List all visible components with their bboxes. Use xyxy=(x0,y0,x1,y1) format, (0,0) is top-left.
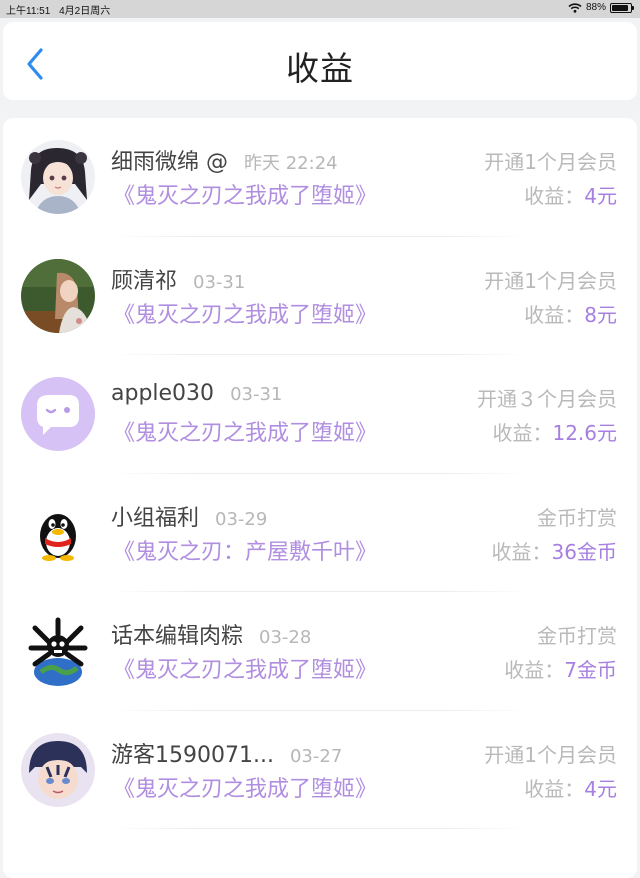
user-line: 小组福利 03-29 xyxy=(111,500,267,532)
nav-header: 收益 xyxy=(3,22,637,100)
avatar[interactable] xyxy=(21,258,95,333)
earnings-list: 细雨微绵 @ 昨天 22:24 《鬼灭之刃之我成了堕姬》 开通1个月会员 收益：4… xyxy=(3,118,637,878)
earning-label: 收益： xyxy=(524,302,585,327)
earning-amount: 4元 xyxy=(584,776,617,801)
earning-amount: 8元 xyxy=(584,302,617,327)
username[interactable]: 顾清祁 xyxy=(111,269,177,294)
user-line: 顾清祁 03-31 xyxy=(111,263,245,295)
earning-row-3[interactable]: apple030 03-31 《鬼灭之刃之我成了堕姬》 开通３个月会员 收益：12… xyxy=(3,355,637,474)
earning-label: 收益： xyxy=(491,539,552,564)
username[interactable]: 细雨微绵 @ xyxy=(111,150,228,175)
user-line: 游客1590071... 03-27 xyxy=(111,737,342,769)
row-divider xyxy=(113,828,527,829)
earning-type: 开通３个月会员 xyxy=(477,387,617,411)
user-line: 话本编辑肉粽 03-28 xyxy=(111,618,311,650)
earning-amount-line: 收益：4元 xyxy=(524,180,617,209)
status-bar: 上午11:51 4月2日周六 88% xyxy=(0,0,640,18)
earning-row-2[interactable]: 顾清祁 03-31 《鬼灭之刃之我成了堕姬》 开通1个月会员 收益：8元 xyxy=(3,237,637,355)
anime-boy-avatar-icon xyxy=(21,732,95,807)
status-right: 88% xyxy=(568,2,634,13)
wifi-icon xyxy=(568,2,582,13)
book-title[interactable]: 《鬼灭之刃之我成了堕姬》 xyxy=(113,415,377,447)
book-title[interactable]: 《鬼灭之刃：产屋敷千叶》 xyxy=(113,534,377,566)
record-date: 03-27 xyxy=(289,745,343,767)
earning-amount-line: 收益：8元 xyxy=(524,299,617,328)
avatar[interactable] xyxy=(21,495,95,570)
username[interactable]: 小组福利 xyxy=(111,506,199,531)
record-date: 03-31 xyxy=(193,271,246,293)
earning-amount: 4元 xyxy=(584,184,617,208)
earning-row-4[interactable]: 小组福利 03-29 《鬼灭之刃：产屋敷千叶》 金币打赏 收益：36金币 xyxy=(3,474,637,592)
status-date: 4月2日周六 xyxy=(59,6,111,17)
avatar[interactable] xyxy=(21,614,95,688)
avatar[interactable] xyxy=(21,732,95,807)
earning-type: 开通1个月会员 xyxy=(484,268,617,293)
earning-label: 收益： xyxy=(524,776,585,801)
battery-icon xyxy=(610,2,634,13)
earning-row-5[interactable]: 话本编辑肉粽 03-28 《鬼灭之刃之我成了堕姬》 金币打赏 收益：7金币 xyxy=(3,592,637,711)
battery-percent: 88% xyxy=(585,2,606,13)
status-time-date: 上午11:51 4月2日周六 xyxy=(6,2,110,17)
earning-amount: 12.6元 xyxy=(552,421,617,445)
record-date: 昨天 22:24 xyxy=(244,153,338,174)
username[interactable]: 话本编辑肉粽 xyxy=(111,624,243,649)
earning-label: 收益： xyxy=(492,421,553,445)
anime-girl-avatar-icon xyxy=(21,140,95,214)
earning-row-1[interactable]: 细雨微绵 @ 昨天 22:24 《鬼灭之刃之我成了堕姬》 开通1个月会员 收益：4… xyxy=(3,118,637,237)
avatar[interactable] xyxy=(21,377,95,451)
username[interactable]: 游客1590071... xyxy=(111,743,274,768)
photo-girl-avatar-icon xyxy=(21,258,95,333)
skull-earth-avatar-icon xyxy=(21,614,95,688)
record-date: 03-31 xyxy=(230,384,283,405)
earning-type: 金币打赏 xyxy=(537,624,617,648)
earning-amount-line: 收益：12.6元 xyxy=(492,417,617,446)
earning-label: 收益： xyxy=(504,658,565,682)
book-title[interactable]: 《鬼灭之刃之我成了堕姬》 xyxy=(113,771,377,803)
page-title: 收益 xyxy=(286,49,354,88)
username[interactable]: apple030 xyxy=(111,381,214,406)
earning-type: 开通1个月会员 xyxy=(484,742,617,767)
chat-bubble-avatar-icon xyxy=(21,377,95,451)
book-title[interactable]: 《鬼灭之刃之我成了堕姬》 xyxy=(113,652,377,684)
status-time: 上午11:51 xyxy=(6,6,51,17)
earning-amount: 7金币 xyxy=(564,658,617,682)
qq-penguin-avatar-icon xyxy=(21,495,95,570)
earning-amount-line: 收益：36金币 xyxy=(492,536,617,565)
user-line: 细雨微绵 @ 昨天 22:24 xyxy=(111,144,338,176)
record-date: 03-28 xyxy=(259,627,312,648)
book-title[interactable]: 《鬼灭之刃之我成了堕姬》 xyxy=(113,178,377,210)
user-line: apple030 03-31 xyxy=(111,381,282,406)
earning-amount-line: 收益：4元 xyxy=(524,773,617,802)
earning-label: 收益： xyxy=(524,184,585,208)
record-date: 03-29 xyxy=(215,508,268,530)
earning-type: 开通1个月会员 xyxy=(484,150,617,174)
earning-row-6[interactable]: 游客1590071... 03-27 《鬼灭之刃之我成了堕姬》 开通1个月会员 收… xyxy=(3,711,637,829)
book-title[interactable]: 《鬼灭之刃之我成了堕姬》 xyxy=(113,297,377,329)
earning-amount-line: 收益：7金币 xyxy=(504,654,617,683)
avatar[interactable] xyxy=(21,140,95,214)
earning-amount: 36金币 xyxy=(551,539,617,564)
earning-type: 金币打赏 xyxy=(537,505,617,530)
